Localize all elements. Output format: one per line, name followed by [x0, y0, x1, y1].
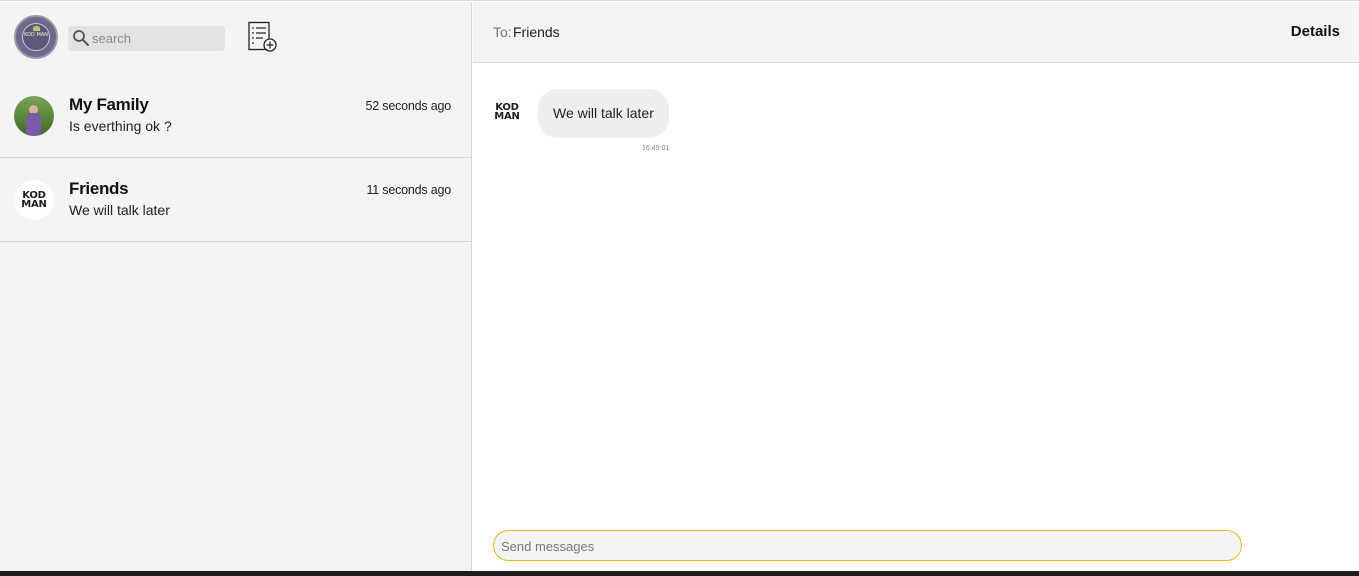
messenger-app: KOD MAN search My Family Is everthing ok… — [0, 0, 1359, 576]
kodman-logo-avatar: KOD MAN — [14, 180, 54, 220]
recipient-name: Friends — [513, 24, 560, 40]
conversation-name: Friends — [69, 179, 129, 198]
kodman-logo: KOD MAN — [14, 180, 54, 210]
profile-avatar-text: KOD MAN — [24, 32, 48, 38]
taskbar-strip — [0, 571, 1359, 576]
conversation-preview: We will talk later — [69, 202, 170, 218]
details-button[interactable]: Details — [1291, 23, 1340, 40]
search-icon — [73, 30, 89, 46]
leaf-icon — [33, 26, 40, 31]
conversation-name: My Family — [69, 95, 149, 114]
profile-avatar[interactable]: KOD MAN — [14, 15, 58, 59]
search-input[interactable] — [92, 28, 220, 49]
new-conversation-icon[interactable] — [246, 21, 278, 53]
chat-header: To: Friends Details — [473, 2, 1359, 63]
message-composer[interactable] — [493, 530, 1242, 561]
logo-line-2: MAN — [494, 111, 520, 122]
sidebar-header: KOD MAN — [0, 2, 471, 74]
message-bubble: We will talk later — [538, 89, 669, 138]
message-input[interactable] — [501, 536, 1221, 556]
conversation-item-friends[interactable]: KOD MAN Friends We will talk later 11 se… — [0, 158, 471, 242]
avatar-person-body — [26, 113, 41, 136]
search-box[interactable] — [68, 26, 225, 51]
to-label: To: — [493, 24, 512, 40]
conversation-time: 52 seconds ago — [365, 99, 452, 113]
logo-line-2: MAN — [21, 199, 47, 210]
family-avatar — [14, 96, 54, 136]
message-timestamp: 16:49:01 — [642, 145, 670, 152]
conversation-item-my-family[interactable]: My Family Is everthing ok ? 52 seconds a… — [0, 74, 471, 158]
conversation-preview: Is everthing ok ? — [69, 118, 172, 134]
conversation-time: 11 seconds ago — [366, 183, 451, 197]
sidebar: KOD MAN search My Family Is everthing ok… — [0, 2, 472, 571]
kodman-logo: KOD MAN — [487, 103, 527, 122]
chat-panel: To: Friends Details KOD MAN We will talk… — [473, 2, 1359, 571]
